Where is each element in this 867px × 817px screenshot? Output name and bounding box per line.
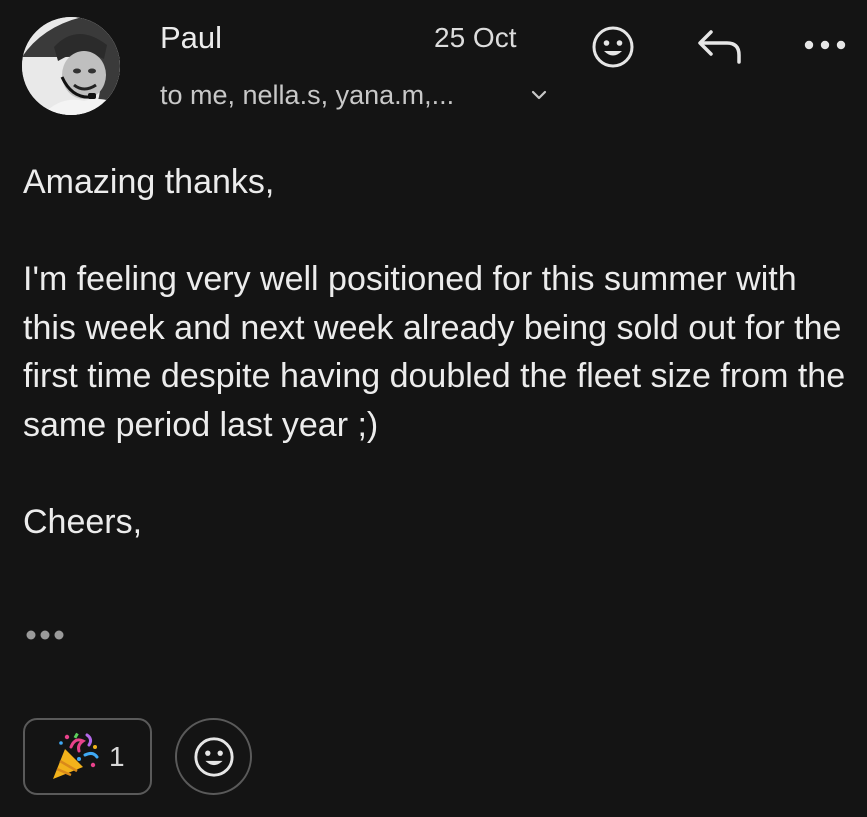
recipients-summary[interactable]: to me, nella.s, yana.m,... [160, 78, 454, 112]
show-trimmed-content-button[interactable] [25, 624, 69, 646]
reaction-count: 1 [109, 740, 125, 772]
more-options-button[interactable] [800, 32, 850, 58]
smiley-icon [193, 736, 234, 777]
more-dots-icon [804, 40, 846, 50]
chevron-down-icon[interactable] [528, 86, 550, 104]
smiley-icon [592, 26, 634, 68]
message-body: Amazing thanks, I'm feeling very well po… [23, 158, 858, 546]
signoff-line: Cheers, [23, 502, 143, 541]
sender-name[interactable]: Paul [160, 20, 222, 56]
reply-arrow-icon [698, 30, 741, 64]
reply-button[interactable] [693, 24, 747, 68]
greeting-line: Amazing thanks, [23, 163, 275, 201]
add-reaction-button[interactable] [588, 22, 638, 72]
party-popper-icon [53, 732, 99, 779]
sender-avatar[interactable] [22, 17, 120, 115]
add-reaction-button-bottom[interactable] [175, 718, 252, 795]
body-paragraph: I'm feeling very well positioned for thi… [23, 260, 846, 444]
reaction-chip[interactable]: 1 [23, 718, 152, 795]
message-date: 25 Oct [434, 22, 517, 53]
ellipsis-icon [26, 630, 64, 640]
